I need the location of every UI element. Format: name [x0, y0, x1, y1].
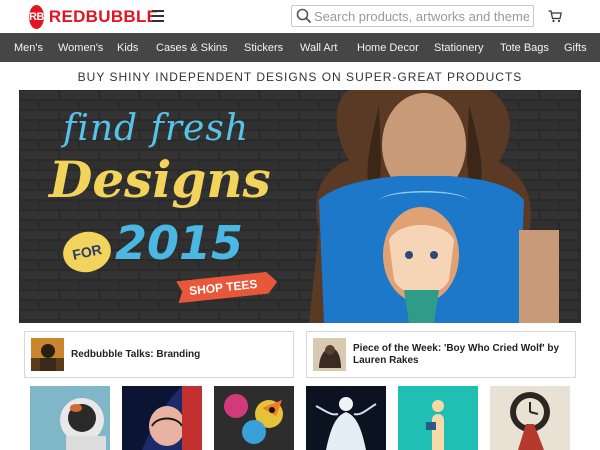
search-input[interactable]	[314, 8, 529, 24]
nav-item-kids[interactable]: Kids	[117, 42, 138, 54]
logo-badge: RB	[29, 4, 44, 29]
menu-icon[interactable]	[152, 10, 164, 22]
card-thumbnail	[313, 338, 346, 371]
card-thumbnail	[31, 338, 64, 371]
nav-item-home-decor[interactable]: Home Decor	[357, 42, 419, 54]
hero-headline-2: Designs	[49, 150, 271, 209]
site-header: RB REDBUBBLE	[0, 0, 600, 33]
nav-item-womens[interactable]: Women's	[58, 42, 103, 54]
product-thumbnail-teal-figure[interactable]	[398, 386, 478, 450]
product-thumbnail-clock-dress[interactable]	[490, 386, 570, 450]
nav-item-gifts[interactable]: Gifts	[564, 42, 587, 54]
category-nav: Men's Women's Kids Cases & Skins Sticker…	[0, 33, 600, 62]
logo-text: REDBUBBLE	[48, 6, 159, 26]
card-redbubble-talks[interactable]: Redbubble Talks: Branding	[24, 331, 294, 378]
nav-item-mens[interactable]: Men's	[14, 42, 43, 54]
redbubble-logo[interactable]: RB REDBUBBLE	[29, 4, 158, 29]
product-thumbnail-splash-figure[interactable]	[306, 386, 386, 450]
search-icon[interactable]	[294, 6, 314, 26]
nav-item-stationery[interactable]: Stationery	[434, 42, 484, 54]
product-thumbnail-portrait[interactable]	[122, 386, 202, 450]
card-title: Piece of the Week: 'Boy Who Cried Wolf' …	[353, 342, 560, 366]
nav-item-stickers[interactable]: Stickers	[244, 42, 283, 54]
tagline: BUY SHINY INDEPENDENT DESIGNS ON SUPER-G…	[77, 70, 523, 84]
nav-item-wall-art[interactable]: Wall Art	[300, 42, 338, 54]
nav-item-tote-bags[interactable]: Tote Bags	[500, 42, 549, 54]
hero-headline-1: find fresh	[63, 108, 250, 149]
cart-icon[interactable]	[548, 10, 562, 23]
card-title: Redbubble Talks: Branding	[71, 348, 201, 360]
hero-banner[interactable]: find fresh Designs FOR 2015 SHOP TEES	[19, 90, 581, 323]
product-thumbnail-astronaut[interactable]	[30, 386, 110, 450]
card-piece-of-week[interactable]: Piece of the Week: 'Boy Who Cried Wolf' …	[306, 331, 576, 378]
nav-item-cases-skins[interactable]: Cases & Skins	[156, 42, 228, 54]
hero-year: 2015	[115, 216, 244, 270]
search-box	[291, 5, 534, 27]
product-thumbnail-bird-collage[interactable]	[214, 386, 294, 450]
